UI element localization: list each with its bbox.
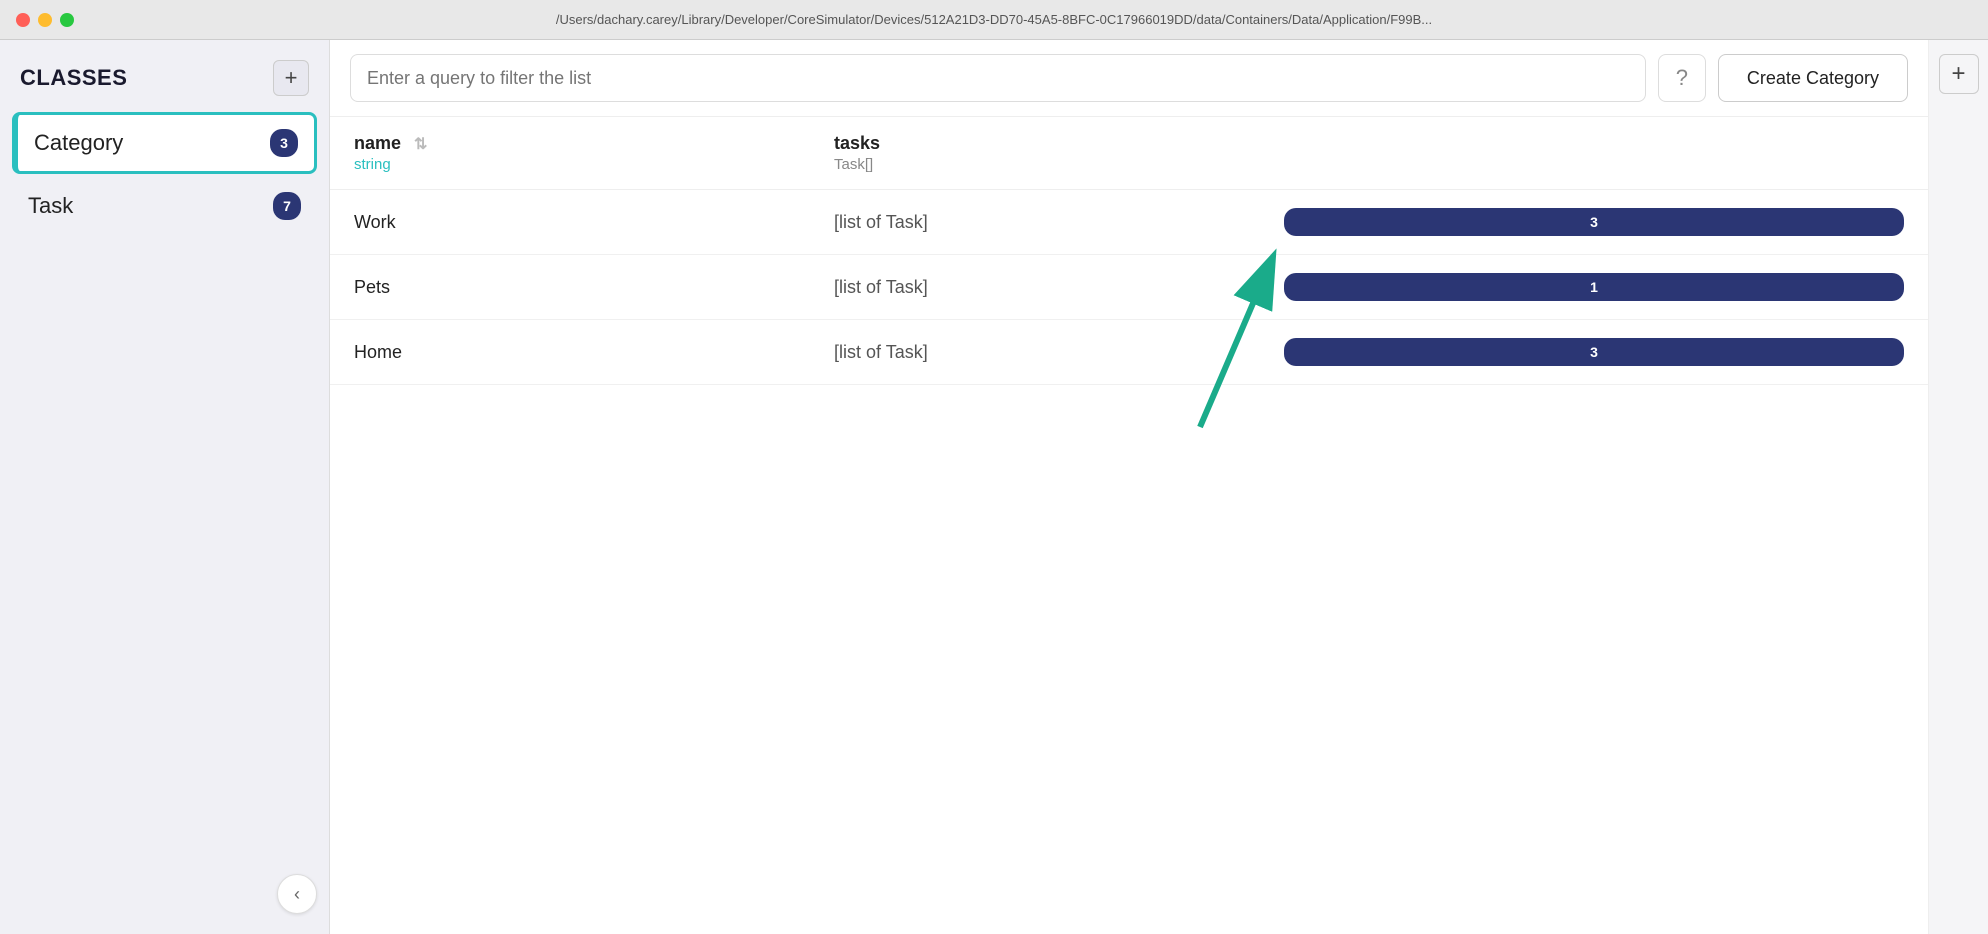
- table-row[interactable]: Pets [list of Task] 1: [330, 255, 1928, 320]
- close-button[interactable]: [16, 13, 30, 27]
- help-icon: ?: [1676, 65, 1688, 91]
- sidebar-item-category[interactable]: Category 3: [12, 112, 317, 174]
- col-name-type: string: [354, 156, 786, 173]
- table-wrapper: name ⇅ string tasks Task[]: [330, 117, 1928, 934]
- plus-icon-right: +: [1951, 60, 1965, 88]
- create-category-button[interactable]: Create Category: [1718, 54, 1908, 102]
- title-bar: /Users/dachary.carey/Library/Developer/C…: [0, 0, 1988, 40]
- help-button[interactable]: ?: [1658, 54, 1706, 102]
- badge-work: 3: [1284, 208, 1904, 236]
- row-tasks-work: [list of Task]: [810, 190, 1260, 255]
- col-name-label: name: [354, 133, 401, 153]
- table-row[interactable]: Work [list of Task] 3: [330, 190, 1928, 255]
- traffic-lights: [16, 13, 74, 27]
- col-header-name: name ⇅ string: [330, 117, 810, 190]
- table-header-row: name ⇅ string tasks Task[]: [330, 117, 1928, 190]
- window-path: /Users/dachary.carey/Library/Developer/C…: [556, 12, 1432, 27]
- row-name-work: Work: [330, 190, 810, 255]
- sidebar-item-task-badge: 7: [273, 192, 301, 220]
- right-panel: +: [1928, 40, 1988, 934]
- row-badge-work: 3: [1260, 190, 1928, 255]
- sidebar-item-task-label: Task: [28, 193, 73, 219]
- row-badge-home: 3: [1260, 320, 1928, 385]
- sidebar-title: CLASSES: [20, 65, 127, 91]
- search-input[interactable]: [350, 54, 1646, 102]
- sidebar-items-list: Category 3 Task 7: [0, 112, 329, 874]
- col-header-tasks: tasks Task[]: [810, 117, 1260, 190]
- badge-home: 3: [1284, 338, 1904, 366]
- row-name-pets: Pets: [330, 255, 810, 320]
- table-container: name ⇅ string tasks Task[]: [330, 117, 1928, 385]
- sidebar-item-category-label: Category: [34, 130, 123, 156]
- sidebar-item-task[interactable]: Task 7: [12, 178, 317, 234]
- sidebar-collapse-button[interactable]: ‹: [277, 874, 317, 914]
- row-badge-pets: 1: [1260, 255, 1928, 320]
- sidebar-header: CLASSES +: [0, 40, 329, 112]
- badge-pets: 1: [1284, 273, 1904, 301]
- sidebar-add-button[interactable]: +: [273, 60, 309, 96]
- sidebar-item-category-badge: 3: [270, 129, 298, 157]
- right-add-button[interactable]: +: [1939, 54, 1979, 94]
- search-wrapper: [350, 54, 1646, 102]
- maximize-button[interactable]: [60, 13, 74, 27]
- sidebar: CLASSES + Category 3 Task 7 ‹: [0, 40, 330, 934]
- col-header-count: [1260, 117, 1928, 190]
- row-name-home: Home: [330, 320, 810, 385]
- table-row[interactable]: Home [list of Task] 3: [330, 320, 1928, 385]
- chevron-left-icon: ‹: [294, 884, 300, 905]
- minimize-button[interactable]: [38, 13, 52, 27]
- col-tasks-label: tasks: [834, 133, 880, 153]
- toolbar: ? Create Category: [330, 40, 1928, 117]
- app-container: CLASSES + Category 3 Task 7 ‹: [0, 40, 1988, 934]
- col-tasks-type: Task[]: [834, 156, 1236, 173]
- main-content: ? Create Category name ⇅ stri: [330, 40, 1928, 934]
- sort-icon[interactable]: ⇅: [414, 136, 427, 153]
- row-tasks-pets: [list of Task]: [810, 255, 1260, 320]
- row-tasks-home: [list of Task]: [810, 320, 1260, 385]
- data-table: name ⇅ string tasks Task[]: [330, 117, 1928, 385]
- plus-icon: +: [285, 65, 298, 91]
